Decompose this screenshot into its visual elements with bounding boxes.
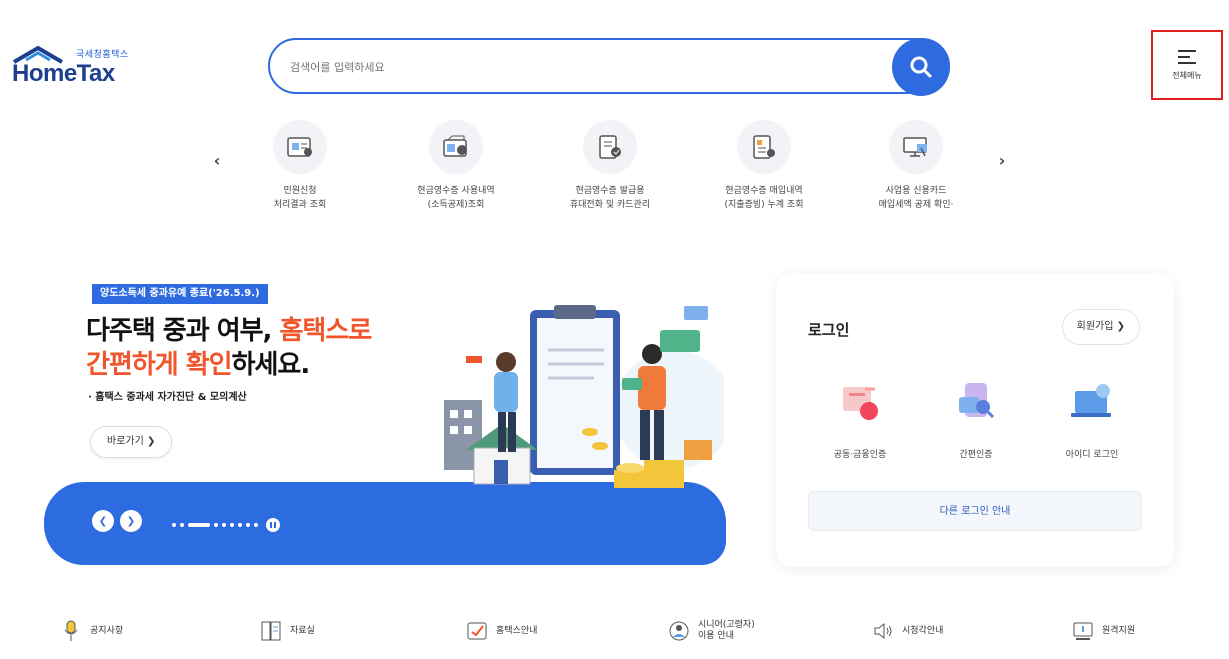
- quick-next-button[interactable]: ›: [990, 148, 1014, 172]
- banner-prev-button[interactable]: ❮: [92, 510, 114, 532]
- certificate-icon: [843, 387, 878, 420]
- banner-pagination: [172, 518, 280, 532]
- quick-service-label: 현금영수증 사용내역 (소득공제)조회: [417, 186, 495, 210]
- pagination-dot[interactable]: [222, 523, 226, 527]
- search-input[interactable]: [290, 56, 890, 78]
- search-bar: [268, 38, 950, 96]
- banner-go-button[interactable]: 바로가기 ❯: [90, 426, 173, 458]
- login-title: 로그인: [808, 321, 850, 339]
- bottom-link-label: 자료실: [290, 625, 315, 636]
- business-card-icon: [889, 120, 943, 174]
- all-menu-button[interactable]: 전체메뉴: [1151, 30, 1223, 100]
- bottom-link-label: 홈택스안내: [496, 625, 538, 636]
- hometax-logo[interactable]: 국세청홈택스 HomeTax: [12, 44, 152, 94]
- quick-service-item[interactable]: 현금영수증 매입내역 (지출증빙) 누계 조회: [694, 120, 834, 212]
- receipt-card-icon: [429, 120, 483, 174]
- bottom-link-label: 시청각안내: [902, 625, 944, 636]
- archive-icon: [260, 620, 282, 642]
- receipt-list-icon: [737, 120, 791, 174]
- login-method-label: 아이디 로그인: [1065, 450, 1119, 460]
- quick-service-item[interactable]: 현금영수증 사용내역 (소득공제)조회: [386, 120, 526, 212]
- quick-service-label: 현금영수증 매입내역 (지출증빙) 누계 조회: [724, 186, 804, 210]
- quick-service-item[interactable]: 현금영수증 발급용 휴대전화 및 카드관리: [540, 120, 680, 212]
- remote-support-icon: [1072, 620, 1094, 642]
- bottom-link-notice[interactable]: 공지사항: [60, 620, 123, 642]
- bottom-link-guide[interactable]: 홈택스안내: [466, 620, 537, 642]
- login-method-simple[interactable]: 간편인증: [926, 377, 1026, 460]
- search-icon: [910, 56, 932, 78]
- login-method-label: 간편인증: [959, 450, 993, 460]
- simple-auth-icon: [959, 383, 995, 419]
- banner-tag: 양도소득세 중과유예 종료('26.5.9.): [92, 284, 268, 304]
- banner-illustration: [444, 305, 724, 488]
- pagination-dot[interactable]: [246, 523, 250, 527]
- search-button[interactable]: [892, 38, 950, 96]
- quick-service-item[interactable]: 민원신청 처리결과 조회: [230, 120, 370, 212]
- banner-title-line2: 간편하게 확인하세요.: [86, 350, 310, 380]
- speaker-icon: [872, 620, 894, 642]
- bottom-link-label: 시니어(고령자) 이용 안내: [698, 620, 755, 641]
- all-menu-label: 전체메뉴: [1172, 70, 1202, 80]
- bottom-link-audiovisual[interactable]: 시청각안내: [872, 620, 943, 642]
- banner-next-button[interactable]: ❯: [120, 510, 142, 532]
- bottom-link-archive[interactable]: 자료실: [260, 620, 315, 642]
- pagination-dot-active[interactable]: [188, 523, 210, 527]
- microphone-icon: [60, 620, 82, 642]
- logo-subtitle: 국세청홈택스: [76, 49, 129, 59]
- quick-service-label: 현금영수증 발급용 휴대전화 및 카드관리: [569, 186, 651, 210]
- bottom-link-remote[interactable]: 원격지원: [1072, 620, 1135, 642]
- receipt-phone-icon: [583, 120, 637, 174]
- quick-service-item[interactable]: 사업용 신용카드 매입세액 공제 확인·: [846, 120, 986, 212]
- main-banner: 양도소득세 중과유예 종료('26.5.9.) 다주택 중과 여부, 홈택스로 …: [44, 270, 726, 565]
- pause-icon[interactable]: [266, 518, 280, 532]
- login-card: 로그인 회원가입 ❯ 공동·금융인증 간편인증 아이디 로그인 다른 로그인 안…: [776, 273, 1174, 567]
- bottom-link-label: 원격지원: [1102, 625, 1136, 636]
- senior-icon: [668, 620, 690, 642]
- quick-service-label: 사업용 신용카드 매입세액 공제 확인·: [878, 186, 954, 210]
- pagination-dot[interactable]: [180, 523, 184, 527]
- pagination-dot[interactable]: [254, 523, 258, 527]
- other-login-button[interactable]: 다른 로그인 안내: [808, 491, 1142, 531]
- login-method-id[interactable]: 아이디 로그인: [1042, 377, 1142, 460]
- pagination-dot[interactable]: [172, 523, 176, 527]
- signup-button[interactable]: 회원가입 ❯: [1061, 309, 1140, 345]
- logo-text: HomeTax: [12, 60, 115, 87]
- login-method-label: 공동·금융인증: [833, 450, 887, 460]
- quick-prev-button[interactable]: ‹: [205, 148, 229, 172]
- bottom-link-label: 공지사항: [90, 625, 124, 636]
- login-method-certificate[interactable]: 공동·금융인증: [810, 377, 910, 460]
- guide-icon: [466, 620, 488, 642]
- bottom-link-senior[interactable]: 시니어(고령자) 이용 안내: [668, 620, 755, 642]
- document-status-icon: [273, 120, 327, 174]
- banner-title-line1: 다주택 중과 여부, 홈택스로: [86, 316, 372, 346]
- id-login-icon: [1071, 384, 1111, 417]
- pagination-dot[interactable]: [238, 523, 242, 527]
- pagination-dot[interactable]: [214, 523, 218, 527]
- quick-service-label: 민원신청 처리결과 조회: [273, 186, 327, 210]
- pagination-dot[interactable]: [230, 523, 234, 527]
- banner-subtitle: · 홈택스 중과세 자가진단 & 모의계산: [88, 392, 247, 403]
- hamburger-icon: [1178, 49, 1196, 64]
